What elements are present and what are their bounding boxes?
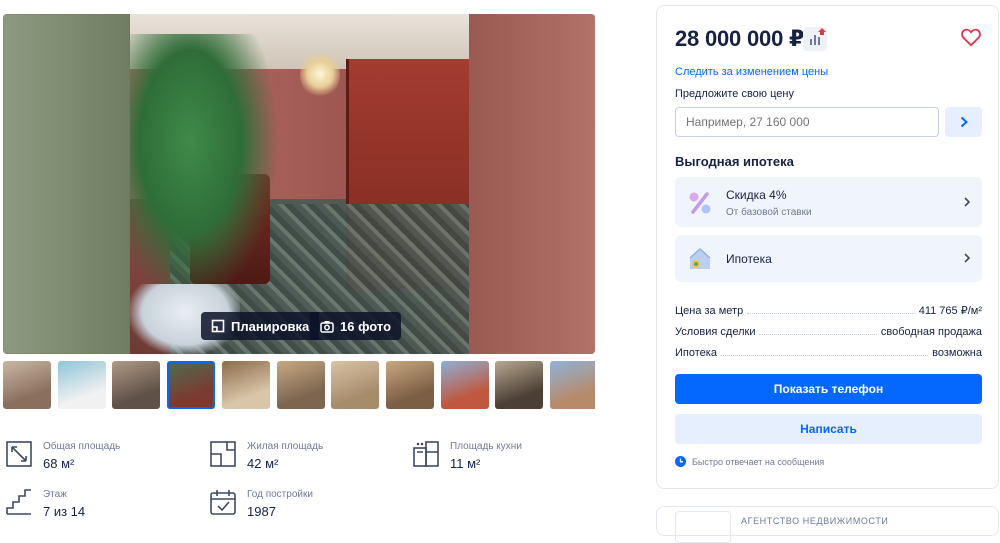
thumbnail[interactable] xyxy=(550,361,595,409)
detail-label: Цена за метр xyxy=(675,305,744,317)
dotted-leader xyxy=(720,355,929,356)
mortgage-card[interactable]: Ипотека xyxy=(675,235,982,282)
floor-plan-icon xyxy=(211,319,225,333)
detail-row: Условия сделки свободная продажа xyxy=(675,324,982,338)
spec-label: Год постройки xyxy=(247,489,313,500)
chevron-right-icon xyxy=(960,116,968,128)
dotted-leader xyxy=(747,313,915,314)
spec-label: Жилая площадь xyxy=(247,441,324,452)
mortgage-card-title: Ипотека xyxy=(726,252,772,266)
main-photo[interactable] xyxy=(130,14,469,354)
thumbnail[interactable] xyxy=(167,361,216,409)
thumbnail[interactable] xyxy=(385,361,434,409)
agency-label: АГЕНТСТВО НЕДВИЖИМОСТИ xyxy=(741,516,889,526)
gallery-blur-left xyxy=(3,14,130,354)
discount-title: Скидка 4% xyxy=(726,188,787,202)
price-panel: 28 000 000 ₽ Следить за изменением цены … xyxy=(656,5,999,489)
thumbnail[interactable] xyxy=(276,361,325,409)
detail-label: Ипотека xyxy=(675,347,717,359)
price-history-button[interactable] xyxy=(803,27,827,51)
offer-price-input[interactable] xyxy=(675,107,939,137)
gallery-blur-right xyxy=(469,14,595,354)
floor-plan-button[interactable]: Планировка xyxy=(201,312,320,340)
spec-value: 11 м² xyxy=(450,456,481,471)
camera-icon xyxy=(320,320,334,333)
chevron-right-icon xyxy=(964,197,971,207)
spec-label: Этаж xyxy=(43,489,67,500)
agency-card: АГЕНТСТВО НЕДВИЖИМОСТИ xyxy=(656,506,999,543)
mortgage-title: Выгодная ипотека xyxy=(675,154,794,169)
discount-subtitle: От базовой ставки xyxy=(726,207,812,218)
detail-row: Цена за метр 411 765 ₽/м² xyxy=(675,303,982,317)
photo-gallery[interactable] xyxy=(3,14,595,354)
photos-count-label: 16 фото xyxy=(340,318,392,334)
thumbnail[interactable] xyxy=(440,361,489,409)
percent-icon xyxy=(689,192,711,214)
clock-icon xyxy=(675,456,686,467)
offer-submit-button[interactable] xyxy=(945,107,982,137)
floor-plan-label: Планировка xyxy=(231,318,310,334)
spec-living-area: Жилая площадь 42 м² xyxy=(209,440,323,473)
spec-value: 68 м² xyxy=(43,456,75,471)
favorite-heart-icon[interactable] xyxy=(960,26,982,48)
fast-reply-note: Быстро отвечает на сообщения xyxy=(675,456,824,467)
living-area-icon xyxy=(210,441,236,467)
agency-logo xyxy=(675,511,731,543)
photo-chandelier xyxy=(300,49,340,99)
follow-price-link[interactable]: Следить за изменением цены xyxy=(675,66,828,78)
detail-value: свободная продажа xyxy=(880,326,982,338)
detail-row: Ипотека возможна xyxy=(675,345,982,359)
stairs-icon xyxy=(6,489,31,515)
spec-value: 7 из 14 xyxy=(43,504,86,519)
spec-build-year: Год постройки 1987 xyxy=(209,488,313,521)
spec-floor: Этаж 7 из 14 xyxy=(5,488,85,521)
spec-value: 1987 xyxy=(247,504,276,519)
spec-total-area: Общая площадь 68 м² xyxy=(5,440,120,473)
house-icon xyxy=(689,247,711,269)
fast-reply-text: Быстро отвечает на сообщения xyxy=(692,456,825,467)
dotted-leader xyxy=(759,334,877,335)
thumbnail[interactable] xyxy=(331,361,380,409)
offer-price-label: Предложите свою цену xyxy=(675,88,794,100)
kitchen-icon xyxy=(413,441,439,467)
show-phone-button[interactable]: Показать телефон xyxy=(675,374,982,404)
price-chart-icon xyxy=(810,28,826,45)
discount-card[interactable]: Скидка 4% От базовой ставки xyxy=(675,177,982,227)
spec-kitchen-area: Площадь кухни 11 м² xyxy=(412,440,522,473)
thumbnail-strip xyxy=(3,361,595,409)
write-message-button[interactable]: Написать xyxy=(675,414,982,444)
spec-label: Общая площадь xyxy=(43,441,121,452)
detail-label: Условия сделки xyxy=(675,326,756,338)
chevron-right-icon xyxy=(964,253,971,263)
thumbnail[interactable] xyxy=(221,361,270,409)
spec-label: Площадь кухни xyxy=(450,441,522,452)
photos-count-button[interactable]: 16 фото xyxy=(310,312,402,340)
detail-value: возможна xyxy=(932,347,982,359)
detail-value: 411 765 ₽/м² xyxy=(918,305,982,317)
calendar-icon xyxy=(210,490,236,515)
area-icon xyxy=(6,441,32,467)
spec-value: 42 м² xyxy=(247,456,279,471)
photo-plant xyxy=(130,34,280,304)
thumbnail[interactable] xyxy=(112,361,161,409)
price: 28 000 000 ₽ xyxy=(675,26,805,51)
thumbnail[interactable] xyxy=(495,361,544,409)
thumbnail[interactable] xyxy=(57,361,106,409)
thumbnail[interactable] xyxy=(3,361,51,409)
